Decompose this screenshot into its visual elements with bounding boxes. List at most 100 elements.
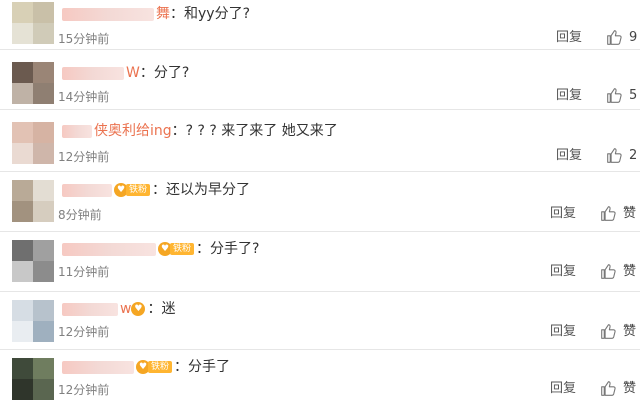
like-count: 5: [629, 87, 638, 103]
avatar[interactable]: [12, 180, 54, 222]
username[interactable]: 侠奥利给ing: [94, 122, 172, 140]
avatar[interactable]: [12, 62, 54, 104]
like-button[interactable]: 2: [606, 147, 637, 164]
like-button[interactable]: 赞: [600, 323, 636, 340]
avatar-block: [33, 321, 54, 342]
comment-body: ♥ 铁粉 ： 分手了?: [62, 240, 259, 258]
username-blurred[interactable]: [62, 7, 154, 21]
avatar-block: [12, 2, 33, 23]
reply-button[interactable]: 回复: [550, 264, 576, 280]
username-blurred[interactable]: [62, 360, 134, 374]
avatar[interactable]: [12, 122, 54, 164]
comment-list: 舞 ： 和yy分了? 15分钟前 回复 9 W ： 分了? 14分钟前 回复 5: [0, 0, 640, 411]
avatar-block: [12, 180, 33, 201]
avatar-block: [12, 62, 33, 83]
timestamp: 12分钟前: [58, 150, 110, 164]
avatar-block: [12, 83, 33, 104]
thumbs-up-icon: [601, 324, 616, 339]
fan-badge[interactable]: ♥: [131, 302, 146, 316]
timestamp: 15分钟前: [58, 32, 110, 46]
thumbs-up-icon: [601, 264, 616, 279]
comment-row: ♥ 铁粉 ： 还以为早分了 8分钟前 回复 赞: [0, 172, 640, 232]
username-blurred[interactable]: [62, 302, 118, 316]
comment-row: 侠奥利给ing ： ? ? ? 来了来了 她又来了 12分钟前 回复 2: [0, 110, 640, 172]
comment-row: w ♥ ： 迷 12分钟前 回复 赞: [0, 292, 640, 350]
like-button[interactable]: 赞: [600, 380, 636, 397]
like-count: 赞: [623, 380, 637, 396]
avatar-block: [12, 321, 33, 342]
username-blurred[interactable]: [62, 124, 92, 138]
reply-button[interactable]: 回复: [556, 148, 582, 164]
reply-button[interactable]: 回复: [556, 30, 582, 46]
comment-text: 和yy分了?: [184, 6, 251, 22]
comment-text: 分了?: [153, 65, 190, 81]
colon: ：: [139, 65, 154, 81]
reply-button[interactable]: 回复: [550, 381, 576, 397]
fan-badge[interactable]: ♥ 铁粉: [114, 183, 151, 197]
avatar-block: [12, 122, 33, 143]
like-button[interactable]: 赞: [600, 263, 636, 280]
colon: ：: [152, 182, 167, 198]
thumbs-up-icon: [607, 88, 622, 103]
fan-label: 铁粉: [170, 243, 195, 255]
thumbs-up-icon: [601, 206, 616, 221]
fan-label: 铁粉: [126, 184, 151, 196]
colon: ：: [170, 6, 184, 22]
avatar-block: [33, 23, 54, 44]
timestamp: 12分钟前: [58, 383, 110, 397]
reply-button[interactable]: 回复: [556, 88, 582, 104]
avatar-block: [33, 143, 54, 164]
avatar-block: [33, 379, 54, 400]
timestamp: 14分钟前: [58, 90, 110, 104]
username[interactable]: W: [126, 64, 140, 82]
avatar-block: [33, 2, 54, 23]
timestamp: 12分钟前: [58, 325, 110, 339]
fan-badge[interactable]: ♥ 铁粉: [158, 242, 195, 256]
avatar-block: [12, 261, 33, 282]
avatar-block: [33, 83, 54, 104]
like-button[interactable]: 5: [606, 87, 637, 104]
like-button[interactable]: 赞: [600, 205, 636, 222]
comment-text: ? ? ? 来了来了 她又来了: [185, 123, 338, 139]
like-count: 赞: [623, 205, 637, 221]
avatar-block: [12, 201, 33, 222]
avatar[interactable]: [12, 300, 54, 342]
avatar-block: [33, 300, 54, 321]
fan-badge[interactable]: ♥ 铁粉: [136, 360, 173, 374]
like-button[interactable]: 9: [606, 29, 637, 46]
reply-button[interactable]: 回复: [550, 324, 576, 340]
reply-button[interactable]: 回复: [550, 206, 576, 222]
like-count: 2: [629, 147, 638, 163]
like-count: 9: [629, 29, 638, 45]
avatar-block: [33, 122, 54, 143]
timestamp: 11分钟前: [58, 265, 110, 279]
comment-body: W ： 分了?: [62, 64, 189, 82]
thumbs-up-icon: [607, 30, 622, 45]
username[interactable]: 舞: [156, 5, 170, 23]
username-blurred[interactable]: [62, 66, 124, 80]
comment-text: 还以为早分了: [166, 182, 251, 198]
comment-text: 迷: [161, 301, 176, 317]
comment-body: ♥ 铁粉 ： 还以为早分了: [62, 181, 250, 199]
colon: ：: [174, 359, 189, 375]
colon: ：: [196, 241, 211, 257]
username[interactable]: w: [120, 300, 131, 318]
like-count: 赞: [623, 263, 637, 279]
avatar[interactable]: [12, 358, 54, 400]
username-blurred[interactable]: [62, 183, 112, 197]
avatar[interactable]: [12, 2, 54, 44]
thumbs-up-icon: [601, 381, 616, 396]
comment-body: w ♥ ： 迷: [62, 300, 175, 318]
avatar-block: [33, 240, 54, 261]
colon: ：: [147, 301, 162, 317]
avatar-block: [12, 379, 33, 400]
avatar-block: [33, 261, 54, 282]
avatar-block: [33, 358, 54, 379]
avatar[interactable]: [12, 240, 54, 282]
comment-body: 侠奥利给ing ： ? ? ? 来了来了 她又来了: [62, 122, 338, 140]
avatar-block: [33, 62, 54, 83]
comment-row: W ： 分了? 14分钟前 回复 5: [0, 50, 640, 110]
colon: ：: [171, 123, 186, 139]
avatar-block: [12, 358, 33, 379]
username-blurred[interactable]: [62, 242, 156, 256]
